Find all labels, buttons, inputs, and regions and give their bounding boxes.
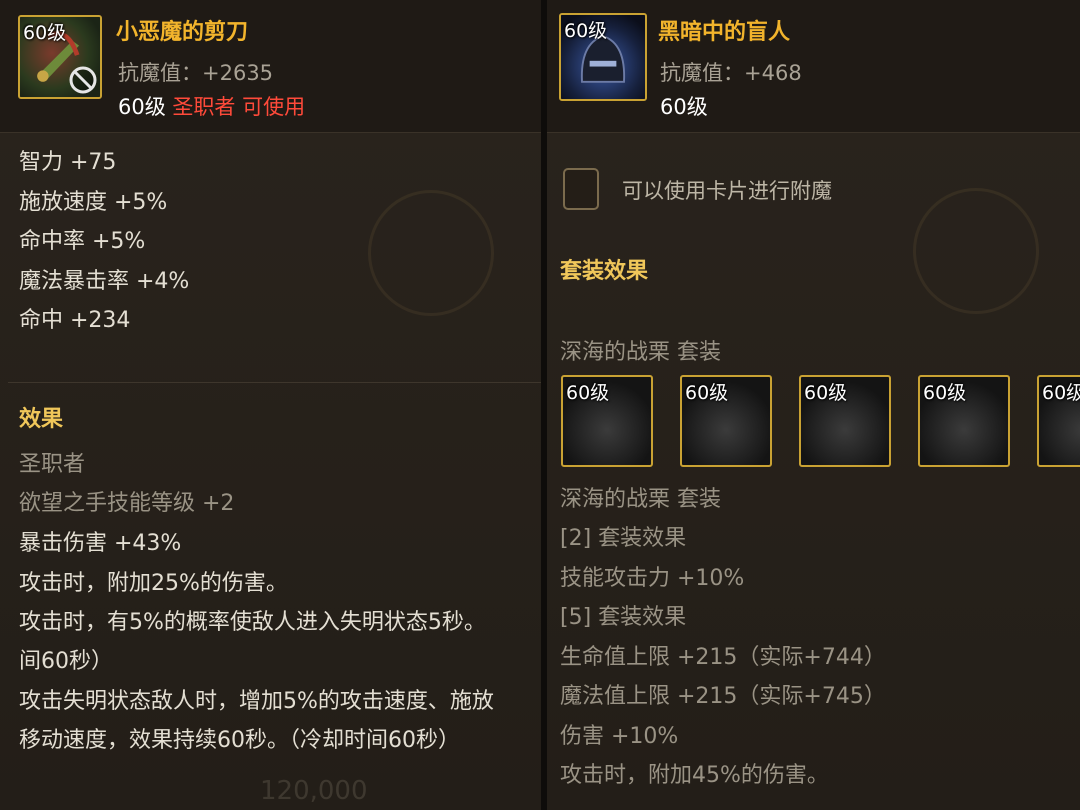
left-tooltip-header: 60级 小恶魔的剪刀 抗魔值：+2635 60级 圣职者 可使用 bbox=[0, 0, 541, 133]
enchant-card-slot[interactable] bbox=[563, 168, 599, 210]
set-piece-level: 60级 bbox=[804, 382, 848, 404]
stat-magic-crit: 魔法暴击率 +4% bbox=[19, 269, 190, 294]
effect-line: 攻击失明状态敌人时，增加5%的攻击速度、施放 bbox=[19, 689, 494, 714]
effect-line: 移动速度，效果持续60秒。（冷却时间60秒） bbox=[19, 728, 460, 753]
set-effect-line: 技能攻击力 +10% bbox=[560, 566, 745, 591]
background-emblem bbox=[913, 188, 1039, 314]
set-piece-icon[interactable]: 60级 bbox=[680, 375, 772, 467]
set-piece-level: 60级 bbox=[1042, 382, 1080, 404]
right-tooltip-header: 60级 黑暗中的盲人 抗魔值：+468 60级 bbox=[547, 0, 1080, 133]
required-level: 60级 bbox=[660, 95, 708, 119]
set-effect-line: 魔法值上限 +215（实际+745） bbox=[560, 684, 886, 709]
effect-line: 间60秒） bbox=[19, 649, 113, 674]
stat-intelligence: 智力 +75 bbox=[19, 150, 117, 175]
left-item-tooltip: 60级 小恶魔的剪刀 抗魔值：+2635 60级 圣职者 可使用 智力 +75 … bbox=[0, 0, 541, 810]
set-piece-icon[interactable]: 60级 bbox=[918, 375, 1010, 467]
stat-hit-rate: 命中率 +5% bbox=[19, 229, 146, 254]
effect-line: 攻击时，有5%的概率使敌人进入失明状态5秒。 bbox=[19, 610, 486, 635]
item-name: 黑暗中的盲人 bbox=[658, 20, 791, 45]
section-divider bbox=[8, 382, 541, 383]
effect-line: 攻击时，附加25%的伤害。 bbox=[19, 571, 288, 596]
effect-line: 欲望之手技能等级 +2 bbox=[19, 491, 235, 516]
stat-cast-speed: 施放速度 +5% bbox=[19, 190, 168, 215]
right-item-tooltip: 60级 黑暗中的盲人 抗魔值：+468 60级 可以使用卡片进行附魔 套装效果 … bbox=[547, 0, 1080, 810]
effect-line: 暴击伤害 +43% bbox=[19, 531, 182, 556]
set-piece-icon[interactable]: 60级 bbox=[799, 375, 891, 467]
set-effect-title: 套装效果 bbox=[560, 259, 649, 284]
enchant-hint: 可以使用卡片进行附魔 bbox=[622, 179, 832, 203]
required-class: 圣职者 可使用 bbox=[172, 95, 306, 119]
item-requirement: 60级 圣职者 可使用 bbox=[118, 91, 305, 121]
set-name: 深海的战栗 套装 bbox=[560, 340, 721, 365]
effect-section-title: 效果 bbox=[19, 407, 64, 432]
set-piece-icon[interactable]: 60级 bbox=[561, 375, 653, 467]
item-icon: 60级 bbox=[559, 13, 647, 101]
required-level: 60级 bbox=[118, 95, 166, 119]
set-piece-level: 60级 bbox=[685, 382, 729, 404]
item-level-badge: 60级 bbox=[564, 20, 608, 42]
anti-magic-value: 抗魔值：+468 bbox=[660, 61, 802, 85]
set-piece-level: 60级 bbox=[923, 382, 967, 404]
prohibited-icon bbox=[69, 66, 97, 94]
effect-class: 圣职者 bbox=[19, 452, 86, 477]
background-emblem bbox=[368, 190, 494, 316]
set-effect-line: 生命值上限 +215（实际+744） bbox=[560, 645, 886, 670]
stat-hit: 命中 +234 bbox=[19, 308, 131, 333]
set-effect-line: [5] 套装效果 bbox=[560, 605, 687, 630]
item-name: 小恶魔的剪刀 bbox=[116, 20, 249, 45]
item-icon: 60级 bbox=[18, 15, 102, 99]
set-piece-level: 60级 bbox=[566, 382, 610, 404]
set-piece-icon[interactable]: 60级 bbox=[1037, 375, 1080, 467]
background-cost-text: 120,000 bbox=[260, 776, 368, 806]
set-effect-line: [2] 套装效果 bbox=[560, 526, 687, 551]
item-level-badge: 60级 bbox=[23, 22, 67, 44]
set-name: 深海的战栗 套装 bbox=[560, 487, 721, 512]
set-effect-line: 伤害 +10% bbox=[560, 724, 679, 749]
set-effect-line: 攻击时，附加45%的伤害。 bbox=[560, 763, 829, 788]
anti-magic-value: 抗魔值：+2635 bbox=[118, 61, 274, 85]
